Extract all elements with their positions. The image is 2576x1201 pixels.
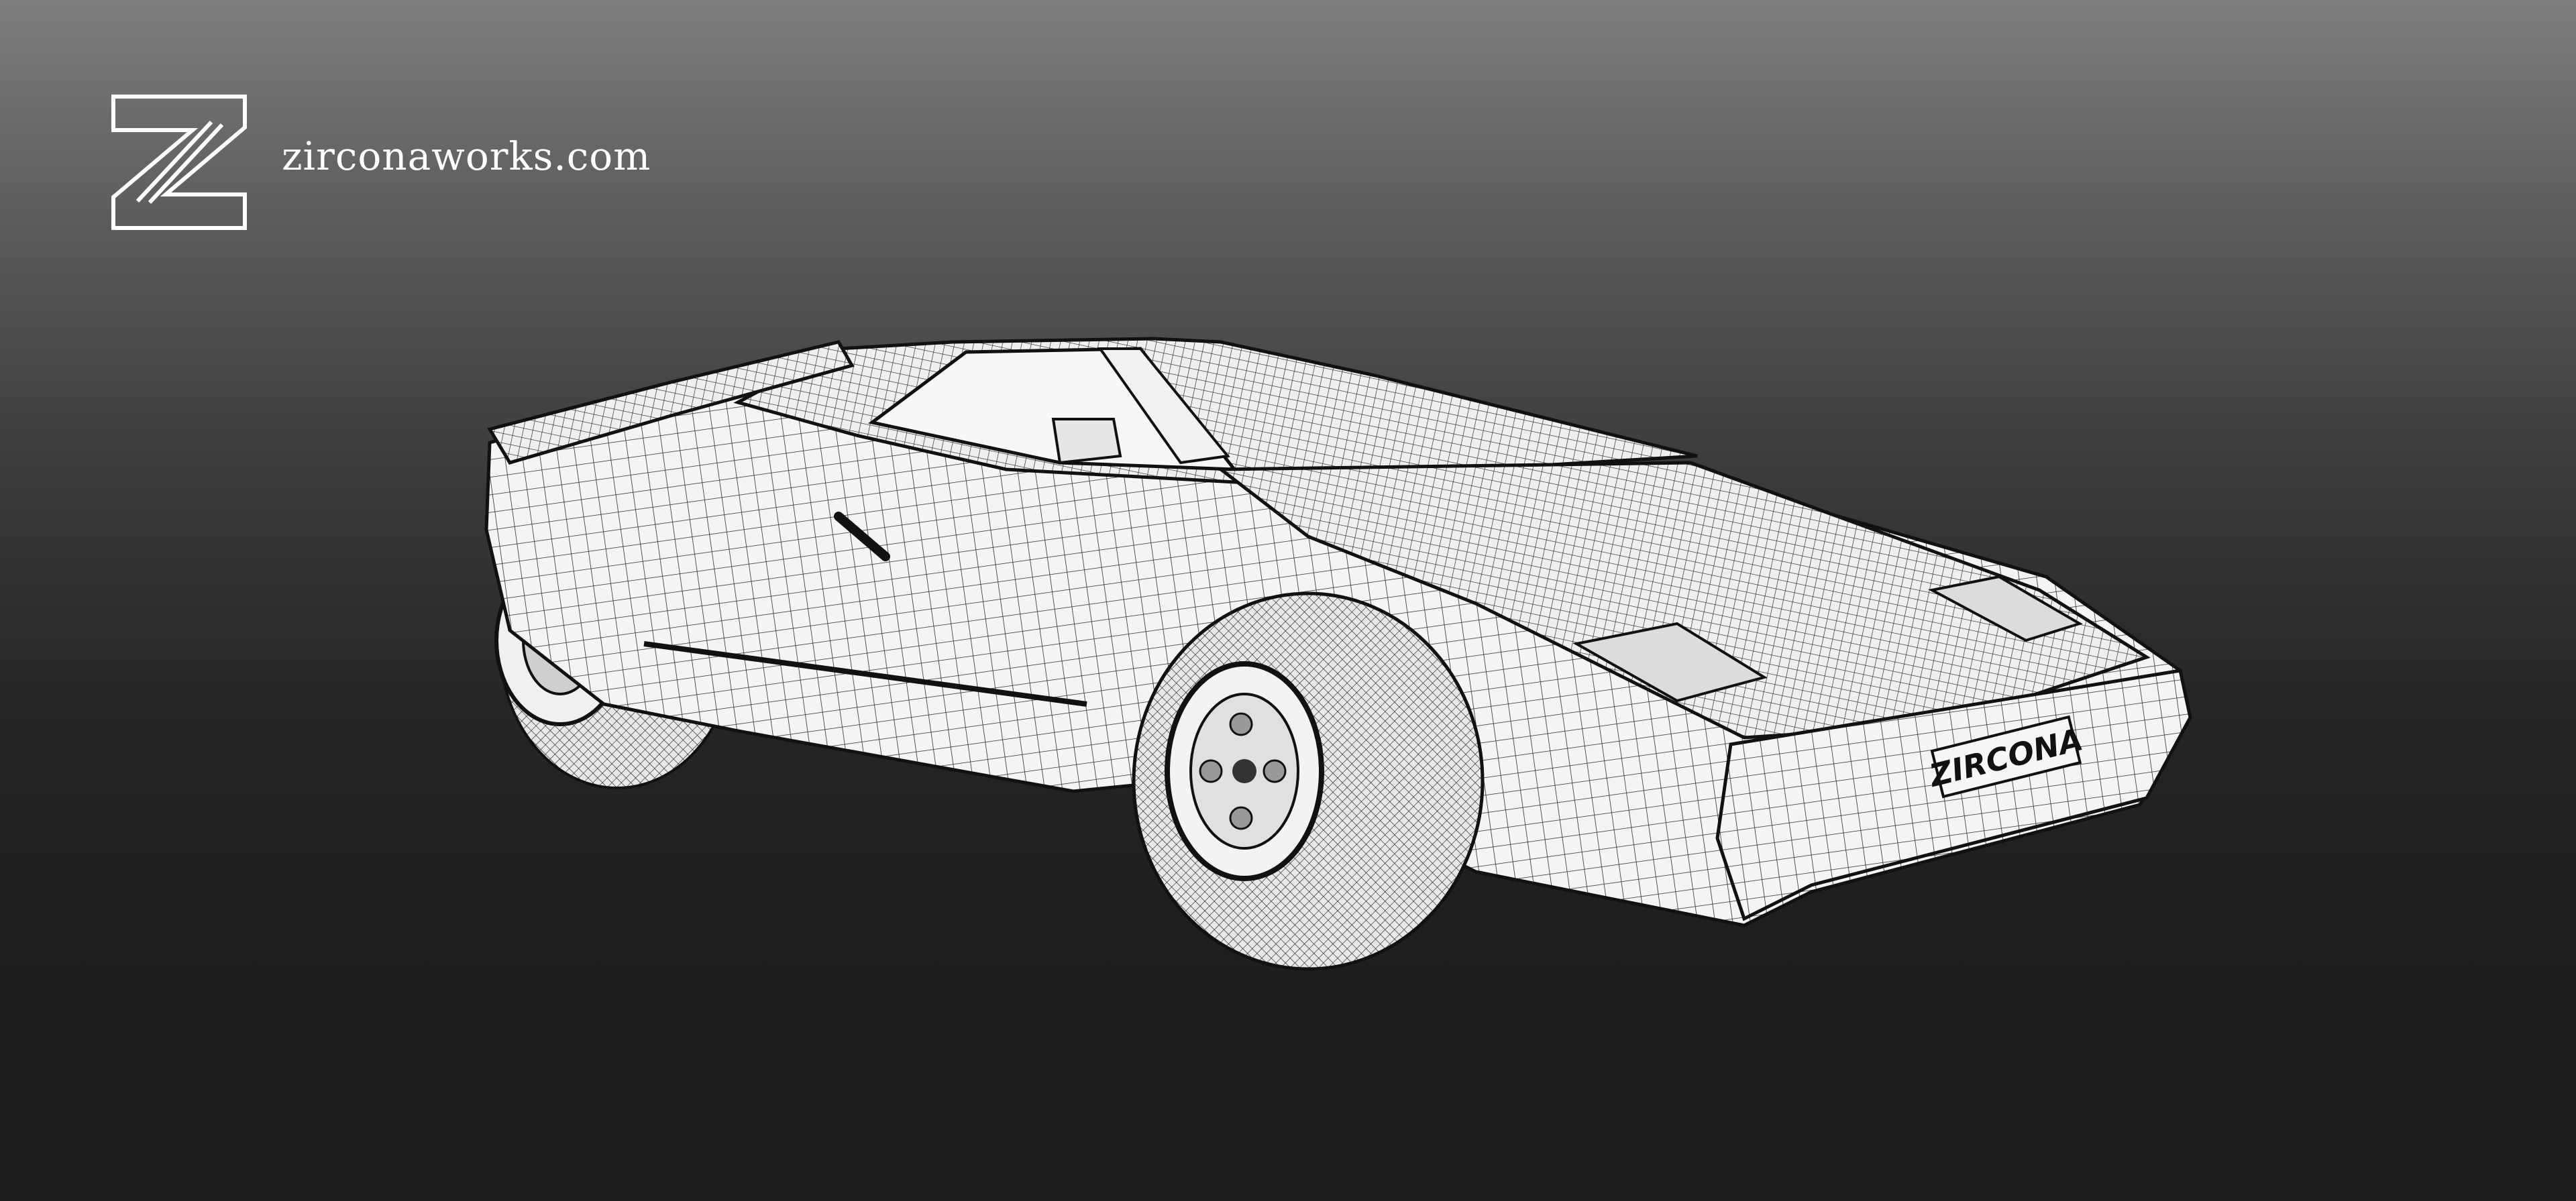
side-mirror <box>1051 418 1122 465</box>
front-near-wheel <box>1132 591 1485 971</box>
car-wireframe-render: ZIRCONA <box>484 337 2192 971</box>
